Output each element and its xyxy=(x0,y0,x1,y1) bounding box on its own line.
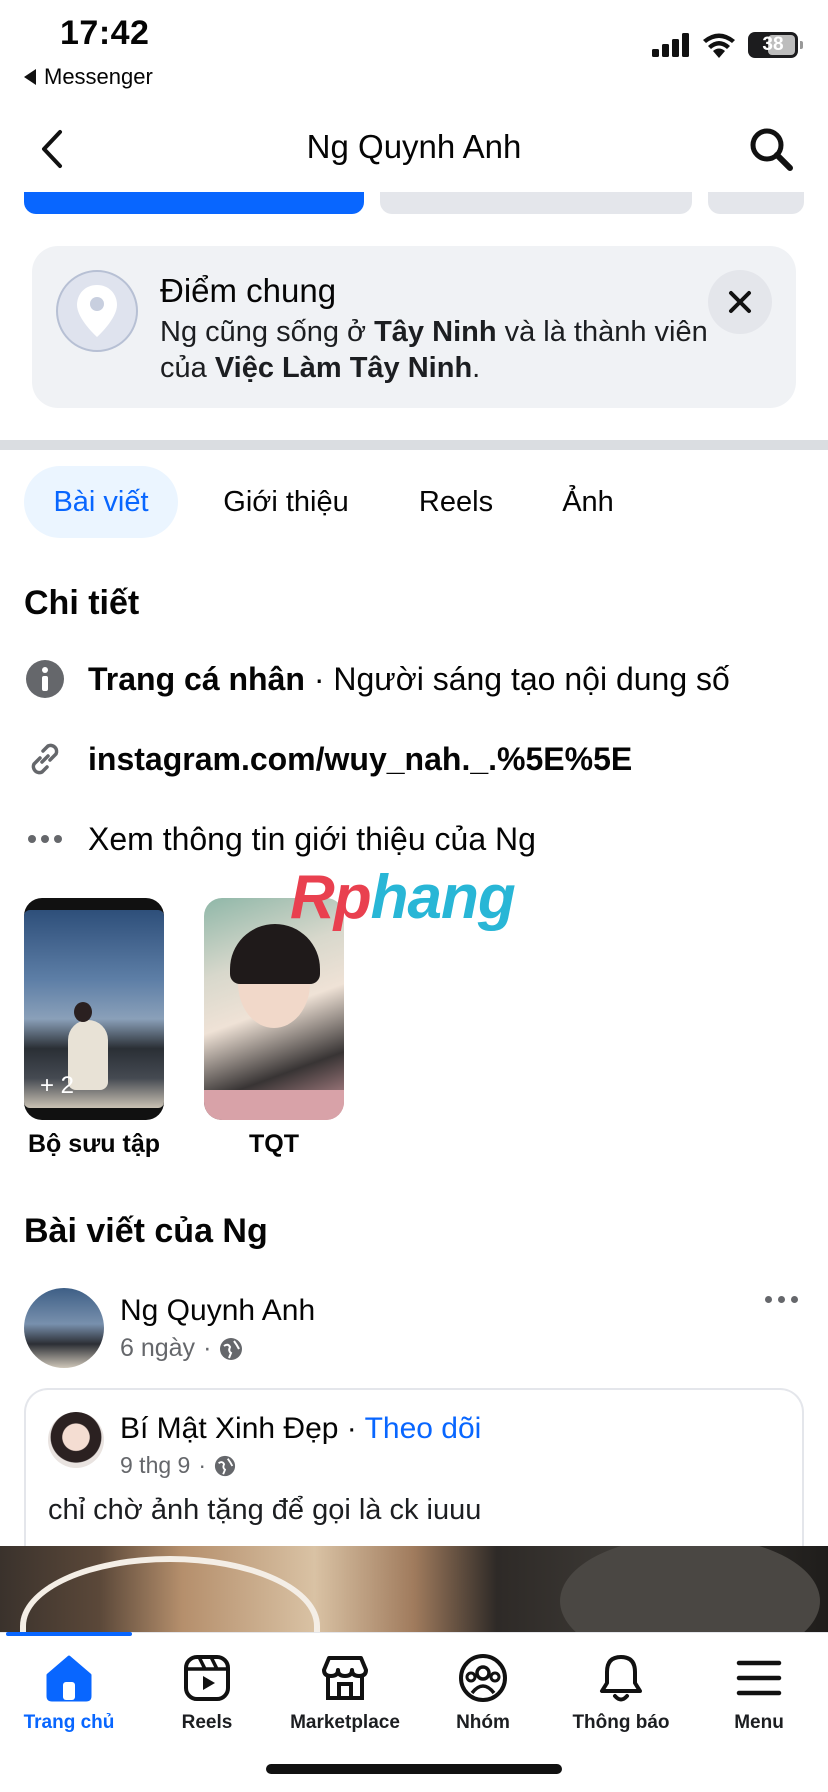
shared-author-line: Bí Mật Xinh Đẹp · Theo dõi xyxy=(120,1412,482,1445)
active-tab-indicator xyxy=(6,1632,132,1636)
post-image[interactable] xyxy=(0,1546,828,1632)
search-icon[interactable] xyxy=(748,126,794,172)
highlight-tqt-label: TQT xyxy=(249,1130,299,1158)
tab-photos[interactable]: Ảnh xyxy=(540,466,636,538)
detail-link-row[interactable]: instagram.com/wuy_nah._.%5E%5E xyxy=(24,738,632,780)
status-icons: 38 xyxy=(652,32,803,58)
common-place[interactable]: Tây Ninh xyxy=(374,316,496,348)
home-icon xyxy=(43,1652,95,1704)
close-icon xyxy=(729,291,751,313)
posts-heading: Bài viết của Ng xyxy=(24,1212,268,1250)
post-author-avatar[interactable] xyxy=(24,1288,104,1368)
post-more-options-icon[interactable] xyxy=(765,1296,798,1303)
tab-menu-label: Menu xyxy=(734,1712,784,1733)
tab-home[interactable]: Trang chủ xyxy=(0,1652,138,1734)
post-meta: 6 ngày · xyxy=(120,1334,243,1363)
menu-icon xyxy=(733,1652,785,1704)
signal-icon xyxy=(652,33,689,57)
reels-icon xyxy=(181,1652,233,1704)
more-horizontal-icon xyxy=(24,818,66,860)
detail-profile-row: Trang cá nhân · Người sáng tạo nội dung … xyxy=(24,658,730,700)
action-button-primary[interactable] xyxy=(24,192,364,214)
section-divider xyxy=(0,440,828,450)
tab-home-label: Trang chủ xyxy=(23,1712,115,1733)
groups-icon xyxy=(457,1652,509,1704)
highlight-collection[interactable]: + 2 xyxy=(24,898,164,1120)
watermark-logo: Rphang xyxy=(290,863,516,932)
status-time: 17:42 xyxy=(60,14,150,52)
tab-notifications-label: Thông báo xyxy=(572,1712,670,1733)
tab-reels-label: Reels xyxy=(181,1712,233,1733)
highlight-collection-label: Bộ sưu tập xyxy=(28,1130,160,1158)
marketplace-icon xyxy=(319,1652,371,1704)
shared-author-name[interactable]: Bí Mật Xinh Đẹp xyxy=(120,1412,338,1445)
globe-icon xyxy=(214,1455,236,1476)
tab-menu[interactable]: Menu xyxy=(690,1652,828,1734)
shared-time: 9 thg 9 xyxy=(120,1452,191,1478)
common-title: Điểm chung xyxy=(160,272,337,309)
action-button-more[interactable] xyxy=(708,192,804,214)
action-button-secondary[interactable] xyxy=(380,192,692,214)
shared-author-avatar[interactable] xyxy=(48,1412,104,1468)
tab-posts[interactable]: Bài viết xyxy=(24,466,178,538)
tab-about[interactable]: Giới thiệu xyxy=(200,466,372,538)
shared-post-text: chỉ chờ ảnh tặng để gọi là ck iuuu xyxy=(48,1494,482,1526)
common-group[interactable]: Việc Làm Tây Ninh xyxy=(215,352,472,384)
tab-marketplace[interactable]: Marketplace xyxy=(276,1652,414,1734)
detail-profile-label: Trang cá nhân xyxy=(88,660,305,697)
back-triangle-icon xyxy=(24,69,36,85)
see-more-about[interactable]: Xem thông tin giới thiệu của Ng xyxy=(88,821,536,858)
page-title: Ng Quynh Anh xyxy=(306,128,522,165)
tab-notifications[interactable]: Thông báo xyxy=(552,1652,690,1734)
tab-groups-label: Nhóm xyxy=(456,1712,510,1733)
info-icon xyxy=(24,658,66,700)
shared-meta: 9 thg 9 · xyxy=(120,1452,236,1479)
follow-button[interactable]: Theo dõi xyxy=(365,1412,482,1445)
tab-reels[interactable]: Reels xyxy=(400,466,512,538)
tab-groups[interactable]: Nhóm xyxy=(414,1652,552,1734)
back-to-app[interactable]: Messenger xyxy=(24,64,153,90)
detail-see-more-row[interactable]: Xem thông tin giới thiệu của Ng xyxy=(24,818,536,860)
battery-indicator: 38 xyxy=(748,32,803,58)
post-time: 6 ngày xyxy=(120,1334,196,1362)
highlight-count: + 2 xyxy=(40,1072,75,1099)
common-text: Ng cũng sống ở Tây Ninh và là thành viên… xyxy=(160,316,708,384)
close-button[interactable] xyxy=(708,270,772,334)
battery-level: 38 xyxy=(762,34,784,55)
wifi-icon xyxy=(703,33,735,58)
details-heading: Chi tiết xyxy=(24,584,140,622)
bell-icon xyxy=(595,1652,647,1704)
detail-profile-value: Người sáng tạo nội dung số xyxy=(333,660,730,697)
home-indicator xyxy=(266,1764,562,1774)
tab-reels-nav[interactable]: Reels xyxy=(138,1652,276,1734)
tab-marketplace-label: Marketplace xyxy=(290,1712,400,1733)
location-pin-icon xyxy=(56,270,138,352)
post-author-name[interactable]: Ng Quynh Anh xyxy=(120,1294,315,1328)
globe-icon xyxy=(220,1337,243,1360)
back-app-label: Messenger xyxy=(44,64,153,89)
link-icon xyxy=(24,738,66,780)
detail-link[interactable]: instagram.com/wuy_nah._.%5E%5E xyxy=(88,741,632,778)
